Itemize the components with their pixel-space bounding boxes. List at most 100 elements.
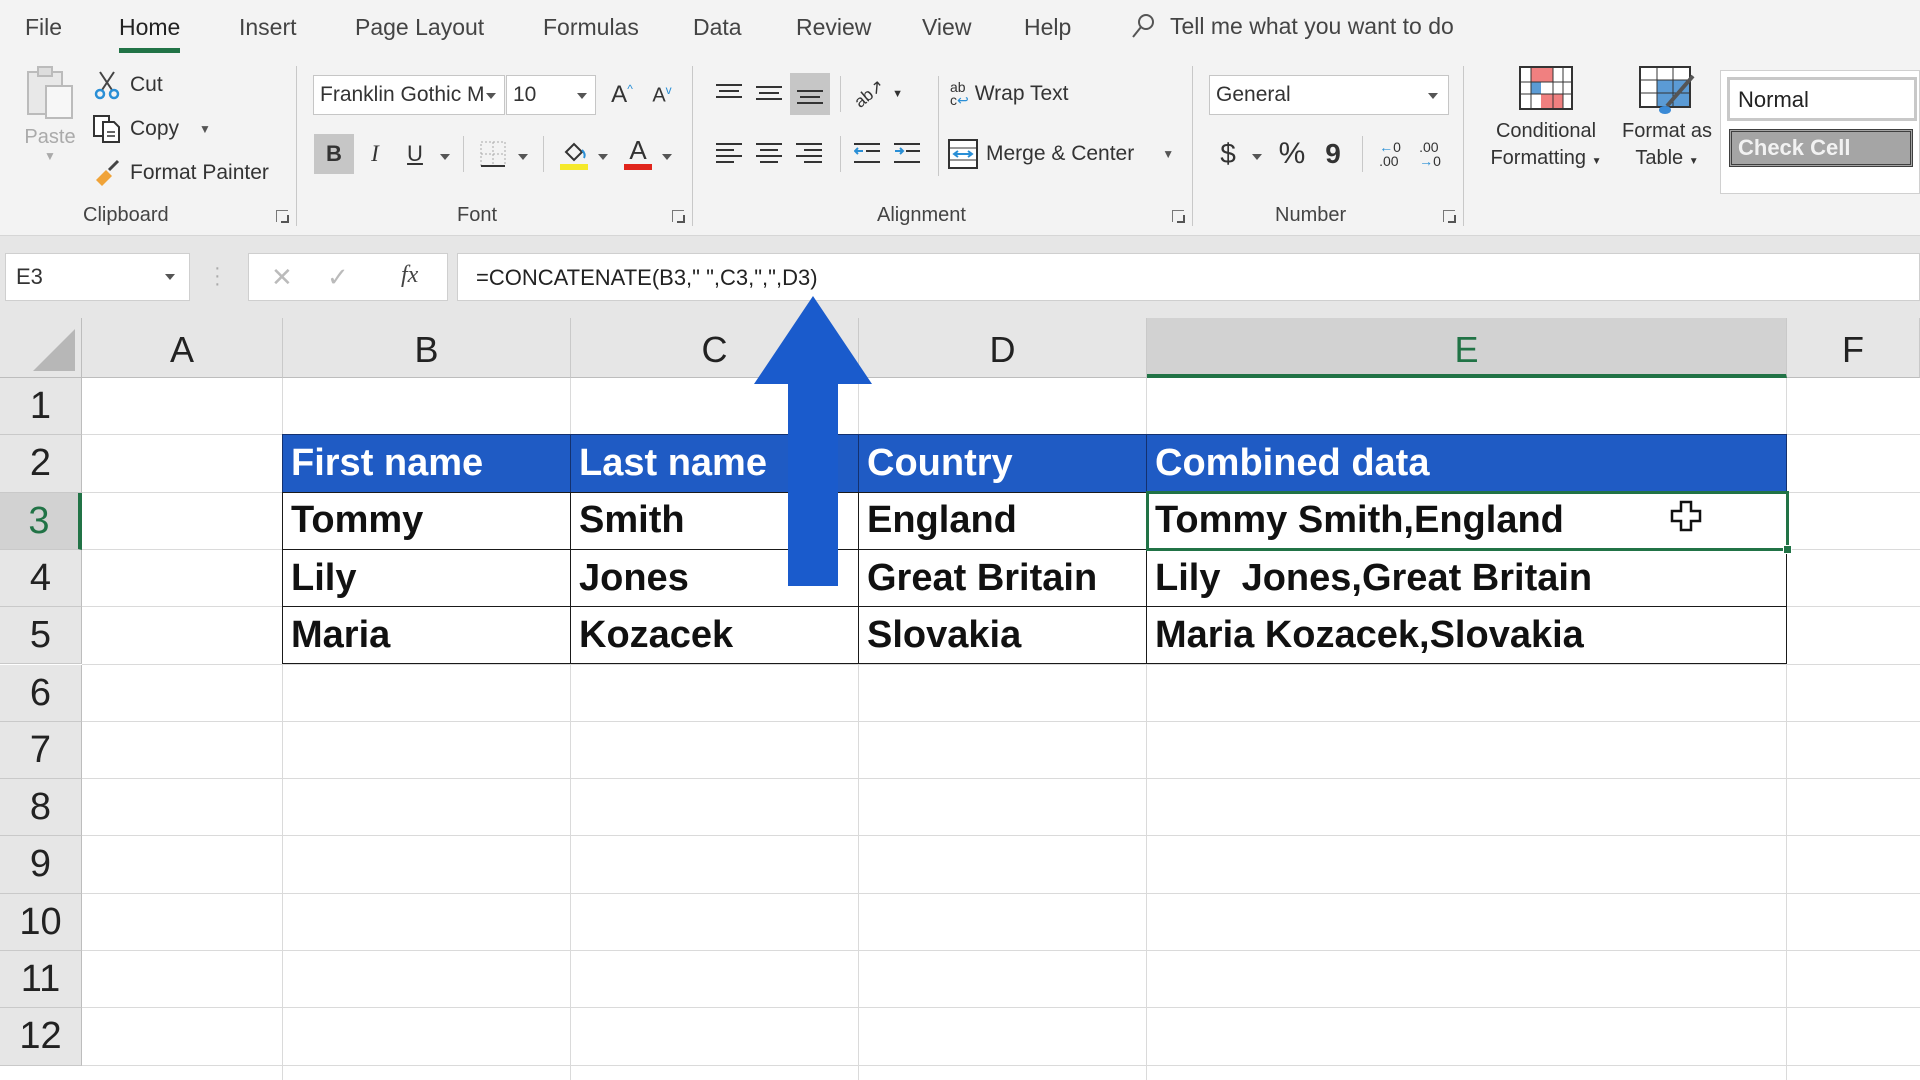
paste-button[interactable]: Paste ▼ bbox=[20, 64, 80, 184]
borders-button[interactable] bbox=[478, 136, 508, 172]
table-header-cell-d2[interactable]: Country bbox=[858, 434, 1147, 493]
cell-b4[interactable]: Lily bbox=[282, 548, 571, 608]
conditional-formatting-button[interactable]: Conditional Formatting ▼ bbox=[1478, 66, 1614, 196]
copy-dropdown-icon[interactable]: ▼ bbox=[199, 122, 211, 136]
cell-e4[interactable]: Lily Jones,Great Britain bbox=[1146, 548, 1787, 608]
tab-file[interactable]: File bbox=[25, 14, 62, 41]
increase-font-size-button[interactable]: A^ bbox=[605, 78, 639, 112]
fill-color-dropdown-icon[interactable] bbox=[598, 154, 608, 160]
decrease-indent-button[interactable] bbox=[850, 136, 884, 170]
cut-button[interactable]: Cut bbox=[94, 68, 174, 102]
row-header-11[interactable]: 11 bbox=[0, 951, 82, 1009]
decrease-decimal-button[interactable]: .00 →0 bbox=[1412, 134, 1448, 174]
column-header-a[interactable]: A bbox=[82, 318, 283, 378]
font-launcher-icon[interactable] bbox=[672, 210, 685, 223]
row-header-9[interactable]: 9 bbox=[0, 836, 82, 894]
align-center-button[interactable] bbox=[752, 136, 786, 170]
copy-button[interactable]: Copy ▼ bbox=[92, 112, 212, 146]
percent-button[interactable]: % bbox=[1272, 134, 1312, 174]
tab-data[interactable]: Data bbox=[693, 14, 742, 41]
tab-help[interactable]: Help bbox=[1024, 14, 1071, 41]
font-size-value: 10 bbox=[513, 83, 537, 106]
name-box[interactable]: E3 bbox=[5, 253, 190, 301]
align-left-button[interactable] bbox=[712, 136, 746, 170]
formula-input[interactable]: =CONCATENATE(B3," ",C3,",",D3) bbox=[457, 253, 1920, 301]
font-name-select[interactable]: Franklin Gothic M bbox=[313, 75, 505, 115]
bottom-align-button[interactable] bbox=[790, 73, 830, 115]
decrease-font-size-button[interactable]: Av bbox=[645, 78, 679, 112]
number-format-select[interactable]: General bbox=[1209, 75, 1449, 115]
row-header-12[interactable]: 12 bbox=[0, 1008, 82, 1066]
cell-b3[interactable]: Tommy bbox=[282, 491, 571, 550]
italic-button[interactable]: I bbox=[358, 134, 392, 174]
bold-button[interactable]: B bbox=[314, 134, 354, 174]
underline-button[interactable]: U bbox=[398, 134, 432, 174]
row-header-7[interactable]: 7 bbox=[0, 721, 82, 780]
tab-view[interactable]: View bbox=[922, 14, 971, 41]
align-right-button[interactable] bbox=[792, 136, 826, 170]
increase-indent-button[interactable] bbox=[890, 136, 924, 170]
column-header-f[interactable]: F bbox=[1787, 318, 1920, 378]
cell-b5[interactable]: Maria bbox=[282, 606, 571, 665]
chevron-down-icon bbox=[486, 93, 496, 99]
tab-formulas[interactable]: Formulas bbox=[543, 14, 639, 41]
increase-decimal-button[interactable]: ←0.00 bbox=[1372, 134, 1408, 174]
style-normal[interactable]: Normal bbox=[1727, 77, 1917, 121]
font-color-button[interactable]: A bbox=[620, 132, 656, 174]
fill-color-button[interactable] bbox=[556, 134, 592, 174]
format-painter-button[interactable]: Format Painter bbox=[92, 156, 282, 190]
tab-review[interactable]: Review bbox=[796, 14, 871, 41]
top-align-button[interactable] bbox=[712, 76, 746, 110]
fill-handle[interactable] bbox=[1783, 544, 1792, 554]
cell-e5[interactable]: Maria Kozacek,Slovakia bbox=[1146, 606, 1787, 665]
gridline bbox=[82, 720, 1920, 722]
format-as-table-button[interactable]: Format as Table ▼ bbox=[1612, 66, 1722, 196]
row-header-6[interactable]: 6 bbox=[0, 664, 82, 722]
cell-d3[interactable]: England bbox=[858, 491, 1147, 550]
font-size-select[interactable]: 10 bbox=[506, 75, 596, 115]
tab-home[interactable]: Home bbox=[119, 14, 181, 53]
cancel-icon[interactable]: ✕ bbox=[271, 262, 293, 293]
cell-d5[interactable]: Slovakia bbox=[858, 606, 1147, 665]
row-header-8[interactable]: 8 bbox=[0, 779, 82, 837]
middle-align-button[interactable] bbox=[752, 76, 786, 110]
table-header-cell-b2[interactable]: First name bbox=[282, 434, 571, 493]
tab-insert[interactable]: Insert bbox=[239, 14, 297, 41]
merge-dropdown-icon[interactable]: ▼ bbox=[1162, 147, 1174, 161]
chevron-down-icon[interactable] bbox=[165, 274, 175, 280]
enter-check-icon[interactable]: ✓ bbox=[327, 262, 349, 293]
table-header-cell-e2[interactable]: Combined data bbox=[1146, 434, 1787, 493]
row-header-10[interactable]: 10 bbox=[0, 893, 82, 951]
column-header-b[interactable]: B bbox=[283, 318, 571, 378]
currency-dropdown-icon[interactable] bbox=[1252, 154, 1262, 160]
tab-page-layout[interactable]: Page Layout bbox=[355, 14, 484, 41]
font-color-icon: A bbox=[629, 135, 647, 165]
cell-d4[interactable]: Great Britain bbox=[858, 548, 1147, 608]
column-header-e[interactable]: E bbox=[1147, 318, 1787, 378]
row-header-5[interactable]: 5 bbox=[0, 607, 82, 665]
row-header-4[interactable]: 4 bbox=[0, 549, 82, 608]
formula-bar-grip-icon[interactable]: · · · bbox=[214, 258, 221, 294]
insert-function-icon[interactable]: fx bbox=[401, 262, 418, 289]
style-check-cell[interactable]: Check Cell bbox=[1729, 129, 1913, 167]
select-all-button[interactable] bbox=[0, 318, 82, 378]
alignment-launcher-icon[interactable] bbox=[1172, 210, 1185, 223]
number-launcher-icon[interactable] bbox=[1443, 210, 1456, 223]
paste-label: Paste bbox=[24, 126, 76, 148]
wrap-text-button[interactable]: ab c↩ Wrap Text bbox=[950, 74, 1090, 114]
comma-style-button[interactable]: 9 bbox=[1318, 134, 1348, 174]
underline-dropdown-icon[interactable] bbox=[440, 154, 450, 160]
font-color-dropdown-icon[interactable] bbox=[662, 154, 672, 160]
borders-dropdown-icon[interactable] bbox=[518, 154, 528, 160]
row-header-1[interactable]: 1 bbox=[0, 378, 82, 436]
currency-button[interactable]: $ bbox=[1212, 134, 1244, 174]
merge-center-button[interactable]: Merge & Center ▼ bbox=[948, 134, 1178, 174]
column-header-d[interactable]: D bbox=[859, 318, 1147, 378]
row-header-2[interactable]: 2 bbox=[0, 435, 82, 493]
row-header-3[interactable]: 3 bbox=[0, 492, 82, 550]
cell-c5[interactable]: Kozacek bbox=[570, 606, 859, 665]
increase-font-icon: A^ bbox=[611, 81, 633, 108]
tell-me-search[interactable]: Tell me what you want to do bbox=[1130, 12, 1454, 40]
orientation-button[interactable]: ab↗ ▼ bbox=[850, 76, 906, 112]
clipboard-launcher-icon[interactable] bbox=[276, 210, 289, 223]
